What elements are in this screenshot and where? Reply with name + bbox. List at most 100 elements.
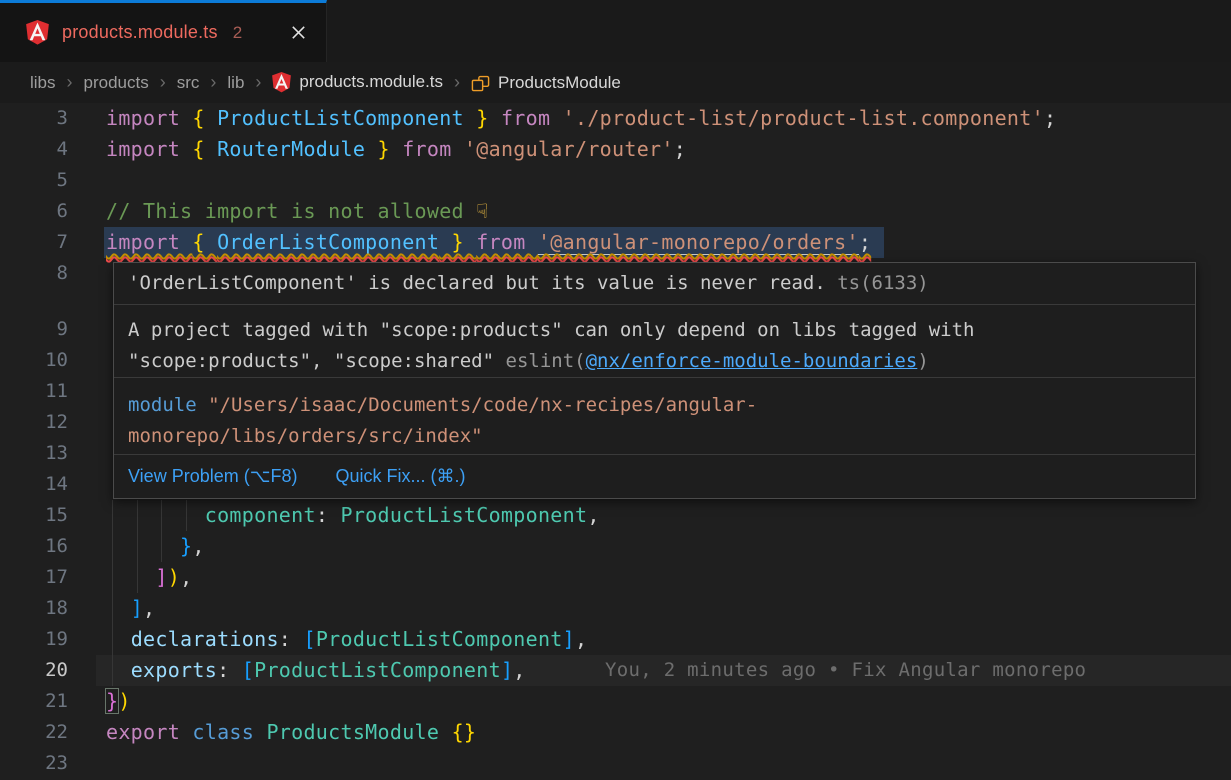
breadcrumb-item-products-module-ts[interactable]: products.module.ts — [272, 72, 443, 92]
chevron-right-icon: › — [67, 72, 73, 93]
error-squiggle: import { OrderListComponent } from '@ang… — [106, 230, 871, 255]
token: : — [279, 627, 304, 651]
token: '@angular/router' — [464, 137, 674, 161]
code-text: }, — [106, 531, 205, 562]
line-number[interactable]: 16 — [0, 531, 68, 562]
breadcrumb-item-lib[interactable]: lib — [227, 73, 244, 93]
eslint-rule-link[interactable]: @nx/enforce-module-boundaries — [586, 350, 918, 372]
code-text: import { OrderListComponent } from '@ang… — [106, 227, 871, 258]
line-number[interactable]: 15 — [0, 500, 68, 531]
code-text: import { RouterModule } from '@angular/r… — [106, 134, 686, 165]
code-text: component: ProductListComponent, — [106, 500, 600, 531]
breadcrumb-item-products[interactable]: products — [84, 73, 149, 93]
token: : — [316, 503, 341, 527]
chevron-right-icon: › — [210, 72, 216, 93]
line-number[interactable]: 11 — [0, 376, 68, 407]
code-line-7[interactable]: 7 import { OrderListComponent } from '@an… — [0, 227, 1231, 258]
popup-text: ) — [917, 350, 928, 372]
line-number[interactable]: 4 — [0, 134, 68, 165]
line-number[interactable]: 14 — [0, 469, 68, 500]
tab-products-module[interactable]: products.module.ts 2 — [0, 0, 327, 62]
line-number[interactable]: 3 — [0, 103, 68, 134]
code-line-17[interactable]: 17 ]), — [0, 562, 1231, 593]
breadcrumb-item-libs[interactable]: libs — [30, 73, 56, 93]
token: ProductListComponent — [341, 503, 588, 527]
token: } — [106, 689, 118, 713]
line-number[interactable]: 19 — [0, 624, 68, 655]
popup-text: "/Users/isaac/Documents/code/nx-recipes/… — [208, 394, 757, 416]
token: , — [513, 658, 525, 682]
token: declarations — [131, 627, 279, 651]
line-number[interactable]: 7 — [0, 227, 68, 258]
chevron-right-icon: › — [454, 72, 460, 93]
popup-text-line: 'OrderListComponent' is declared but its… — [128, 268, 1181, 299]
token: './product-list/product-list.component' — [563, 106, 1044, 130]
token: } — [439, 230, 476, 254]
token: [ — [303, 627, 315, 651]
token: {} — [452, 720, 477, 744]
code-line-23[interactable]: 23 — [0, 748, 1231, 779]
breadcrumb-item-src[interactable]: src — [177, 73, 200, 93]
quick-fix-action[interactable]: Quick Fix... (⌘.) — [335, 455, 465, 498]
code-editor: 3 import { ProductListComponent } from '.… — [0, 103, 1231, 780]
code-line-19[interactable]: 19 declarations: [ProductListComponent], — [0, 624, 1231, 655]
line-number[interactable]: 17 — [0, 562, 68, 593]
line-number[interactable]: 20 — [0, 655, 68, 686]
problem-hover-popup: 'OrderListComponent' is declared but its… — [113, 262, 1196, 499]
line-number[interactable]: 12 — [0, 407, 68, 438]
code-line-18[interactable]: 18 ], — [0, 593, 1231, 624]
token: , — [192, 534, 204, 558]
line-number[interactable]: 13 — [0, 438, 68, 469]
token: { — [192, 137, 217, 161]
line-number[interactable]: 8 — [0, 258, 68, 289]
angular-icon — [26, 20, 49, 45]
popup-section-eslint-error: A project tagged with "scope:products" c… — [114, 304, 1195, 377]
token: , — [575, 627, 587, 651]
token: ] — [131, 596, 143, 620]
git-blame-annotation: You, 2 minutes ago • Fix Angular monorep… — [605, 655, 1086, 686]
code-line-21[interactable]: 21}) — [0, 686, 1231, 717]
code-text: import { ProductListComponent } from './… — [106, 103, 1056, 134]
line-number[interactable]: 23 — [0, 748, 68, 779]
token: import — [106, 137, 192, 161]
code-line-15[interactable]: 15 component: ProductListComponent, — [0, 500, 1231, 531]
breadcrumb-item-productsmodule[interactable]: ProductsModule — [471, 73, 621, 93]
token: class — [192, 720, 266, 744]
popup-text: module — [128, 394, 208, 416]
token: } — [365, 137, 402, 161]
popup-text: monorepo/libs/orders/src/index" — [128, 425, 483, 447]
breadcrumb-label: lib — [227, 73, 244, 93]
token: OrderListComponent — [217, 230, 439, 254]
angular-icon — [272, 72, 291, 92]
token: ProductListComponent — [254, 658, 501, 682]
code-text: // This import is not allowed ☟ — [106, 196, 489, 227]
code-line-5[interactable]: 5 — [0, 165, 1231, 196]
token: // This import is not allowed — [106, 199, 476, 223]
code-line-3[interactable]: 3 import { ProductListComponent } from '.… — [0, 103, 1231, 134]
line-number[interactable]: 18 — [0, 593, 68, 624]
token: [ — [242, 658, 254, 682]
token: ] — [155, 565, 167, 589]
code-line-22[interactable]: 22export class ProductsModule {} — [0, 717, 1231, 748]
token: ; — [859, 230, 871, 254]
line-number[interactable]: 21 — [0, 686, 68, 717]
token: '@angular-monorepo/orders' — [538, 230, 859, 255]
line-number[interactable]: 6 — [0, 196, 68, 227]
token: { — [192, 230, 217, 254]
line-number[interactable]: 10 — [0, 345, 68, 376]
class-symbol-icon — [471, 73, 490, 92]
line-number[interactable]: 22 — [0, 717, 68, 748]
line-number[interactable]: 9 — [0, 314, 68, 345]
close-icon[interactable] — [286, 21, 310, 45]
code-line-4[interactable]: 4 import { RouterModule } from '@angular/… — [0, 134, 1231, 165]
code-line-16[interactable]: 16 }, — [0, 531, 1231, 562]
code-line-6[interactable]: 6 // This import is not allowed ☟ — [0, 196, 1231, 227]
code-line-20[interactable]: 20 exports: [ProductListComponent],You, … — [0, 655, 1231, 686]
view-problem-action[interactable]: View Problem (⌥F8) — [128, 455, 297, 498]
token: } — [180, 534, 192, 558]
popup-text-line: monorepo/libs/orders/src/index" — [128, 421, 1181, 452]
token — [106, 503, 205, 527]
code-text: ]), — [106, 562, 192, 593]
tab-bar: products.module.ts 2 — [0, 0, 1231, 63]
line-number[interactable]: 5 — [0, 165, 68, 196]
